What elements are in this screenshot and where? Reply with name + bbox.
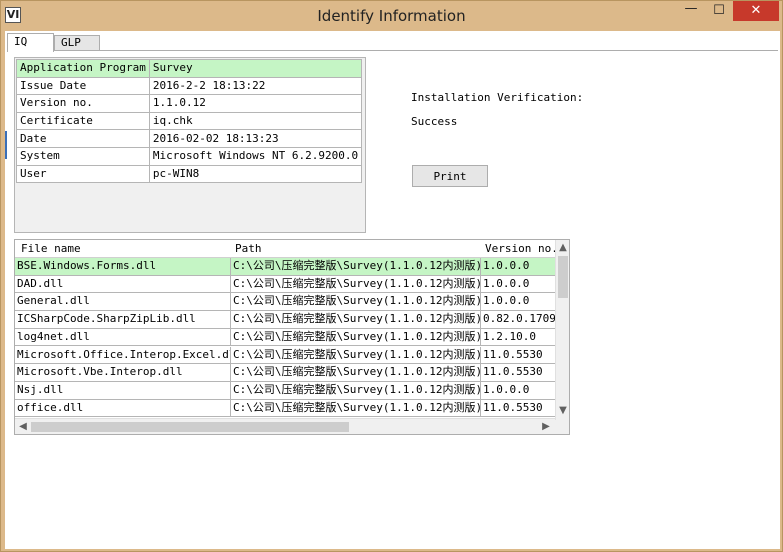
grid-body: BSE.Windows.Forms.dll C:\公司\压缩完整版\Survey… xyxy=(15,258,555,418)
info-key: User xyxy=(16,164,150,184)
minimize-button[interactable]: — xyxy=(677,1,705,23)
cell-version: 11.0.5530 xyxy=(481,364,555,382)
info-row-user[interactable]: User pc-WIN8 xyxy=(16,164,363,184)
info-value: Microsoft Windows NT 6.2.9200.0 xyxy=(148,146,363,166)
verification-status: Success xyxy=(411,115,458,128)
horizontal-scrollbar[interactable]: ◀ ▶ xyxy=(15,418,555,434)
cell-file-name: office.dll xyxy=(15,399,231,418)
cell-file-name: ICSharpCode.SharpZipLib.dll xyxy=(15,311,231,329)
cell-file-name: BSE.Windows.Forms.dll xyxy=(15,258,231,276)
grid-header: File name Path Version no. xyxy=(15,240,558,258)
cell-file-name: log4net.dll xyxy=(15,328,231,347)
cell-file-name: Microsoft.Vbe.Interop.dll xyxy=(15,364,231,382)
cell-version: 1.0.0.0 xyxy=(481,258,555,276)
cell-version: 11.0.5530 xyxy=(481,400,555,418)
vertical-scrollbar[interactable]: ▲ ▼ xyxy=(555,240,569,420)
column-header-file-name[interactable]: File name xyxy=(21,242,81,255)
cell-path: C:\公司\压缩完整版\Survey(1.1.0.12内测版) xyxy=(231,293,481,312)
cell-path: C:\公司\压缩完整版\Survey(1.1.0.12内测版) xyxy=(231,275,481,294)
focus-edge-indicator xyxy=(5,131,7,159)
title-bar[interactable]: VI Identify Information — ☐ ✕ xyxy=(1,1,782,31)
horizontal-scroll-thumb[interactable] xyxy=(31,422,349,432)
identify-information-window: VI Identify Information — ☐ ✕ IQ GLP App… xyxy=(0,0,783,552)
cell-path: C:\公司\压缩完整版\Survey(1.1.0.12内测版) xyxy=(231,381,481,400)
cell-file-name: General.dll xyxy=(15,293,231,312)
cell-path: C:\公司\压缩完整版\Survey(1.1.0.12内测版) xyxy=(231,399,481,418)
table-row[interactable]: Nsj.dll C:\公司\压缩完整版\Survey(1.1.0.12内测版) … xyxy=(15,381,555,400)
info-key: Application Program xyxy=(16,59,150,78)
table-row[interactable]: Microsoft.Vbe.Interop.dll C:\公司\压缩完整版\Su… xyxy=(15,364,555,382)
table-row[interactable]: DAD.dll C:\公司\压缩完整版\Survey(1.1.0.12内测版) … xyxy=(15,275,555,294)
info-key: Version no. xyxy=(16,94,150,113)
table-row[interactable]: log4net.dll C:\公司\压缩完整版\Survey(1.1.0.12内… xyxy=(15,328,555,347)
info-row-date[interactable]: Date 2016-02-02 18:13:23 xyxy=(16,129,363,148)
table-row[interactable]: General.dll C:\公司\压缩完整版\Survey(1.1.0.12内… xyxy=(15,293,555,312)
info-key: Issue Date xyxy=(16,76,150,96)
cell-path: C:\公司\压缩完整版\Survey(1.1.0.12内测版) xyxy=(231,311,481,329)
info-row-version[interactable]: Version no. 1.1.0.12 xyxy=(16,94,363,113)
tab-glp[interactable]: GLP xyxy=(54,35,100,51)
info-row-issue-date[interactable]: Issue Date 2016-2-2 18:13:22 xyxy=(16,76,363,96)
info-value: Survey xyxy=(148,59,363,78)
files-grid[interactable]: File name Path Version no. BSE.Windows.F… xyxy=(14,239,570,435)
window-title: Identify Information xyxy=(317,7,466,25)
cell-version: 1.0.0.0 xyxy=(481,276,555,294)
info-key: Certificate xyxy=(16,111,150,131)
client-area: IQ GLP Application Program Survey Issue … xyxy=(5,31,780,549)
info-panel: Application Program Survey Issue Date 20… xyxy=(14,57,366,233)
cell-file-name: DAD.dll xyxy=(15,275,231,294)
info-value: iq.chk xyxy=(148,111,363,131)
cell-version: 1.0.0.0 xyxy=(481,293,555,312)
column-header-path[interactable]: Path xyxy=(235,242,262,255)
info-row-application-program[interactable]: Application Program Survey xyxy=(16,59,363,78)
info-value: pc-WIN8 xyxy=(148,164,363,184)
cell-path: C:\公司\压缩完整版\Survey(1.1.0.12内测版) xyxy=(231,346,481,365)
maximize-button[interactable]: ☐ xyxy=(705,1,733,23)
scroll-down-icon[interactable]: ▼ xyxy=(556,404,569,418)
tab-iq[interactable]: IQ xyxy=(7,33,54,52)
info-value: 2016-2-2 18:13:22 xyxy=(148,76,363,96)
verification-label: Installation Verification: xyxy=(411,91,584,104)
info-row-certificate[interactable]: Certificate iq.chk xyxy=(16,111,363,131)
cell-file-name: Microsoft.Office.Interop.Excel.dll xyxy=(15,346,231,365)
vertical-scroll-thumb[interactable] xyxy=(558,256,568,298)
info-row-system[interactable]: System Microsoft Windows NT 6.2.9200.0 xyxy=(16,146,363,166)
cell-path: C:\公司\压缩完整版\Survey(1.1.0.12内测版) xyxy=(231,364,481,382)
scroll-left-icon[interactable]: ◀ xyxy=(16,420,30,434)
tab-divider xyxy=(7,50,778,51)
info-value: 2016-02-02 18:13:23 xyxy=(148,129,363,148)
table-row[interactable]: Microsoft.Office.Interop.Excel.dll C:\公司… xyxy=(15,346,555,365)
table-row[interactable]: office.dll C:\公司\压缩完整版\Survey(1.1.0.12内测… xyxy=(15,399,555,418)
scrollbar-corner xyxy=(555,420,569,434)
info-value: 1.1.0.12 xyxy=(148,94,363,113)
scroll-up-icon[interactable]: ▲ xyxy=(556,241,569,255)
print-button[interactable]: Print xyxy=(412,165,488,187)
info-key: Date xyxy=(16,129,150,148)
table-row[interactable]: BSE.Windows.Forms.dll C:\公司\压缩完整版\Survey… xyxy=(15,258,555,276)
cell-file-name: Nsj.dll xyxy=(15,381,231,400)
info-table: Application Program Survey Issue Date 20… xyxy=(16,59,363,184)
close-button[interactable]: ✕ xyxy=(733,1,779,21)
cell-path: C:\公司\压缩完整版\Survey(1.1.0.12内测版) xyxy=(231,328,481,347)
cell-version: 1.0.0.0 xyxy=(481,382,555,400)
cell-path: C:\公司\压缩完整版\Survey(1.1.0.12内测版) xyxy=(231,258,481,276)
cell-version: 1.2.10.0 xyxy=(481,329,555,347)
info-key: System xyxy=(16,146,150,166)
cell-version: 11.0.5530 xyxy=(481,347,555,365)
table-row[interactable]: ICSharpCode.SharpZipLib.dll C:\公司\压缩完整版\… xyxy=(15,311,555,329)
column-header-version[interactable]: Version no. xyxy=(485,242,558,255)
scroll-right-icon[interactable]: ▶ xyxy=(539,420,553,434)
cell-version: 0.82.0.1709 xyxy=(481,311,555,329)
